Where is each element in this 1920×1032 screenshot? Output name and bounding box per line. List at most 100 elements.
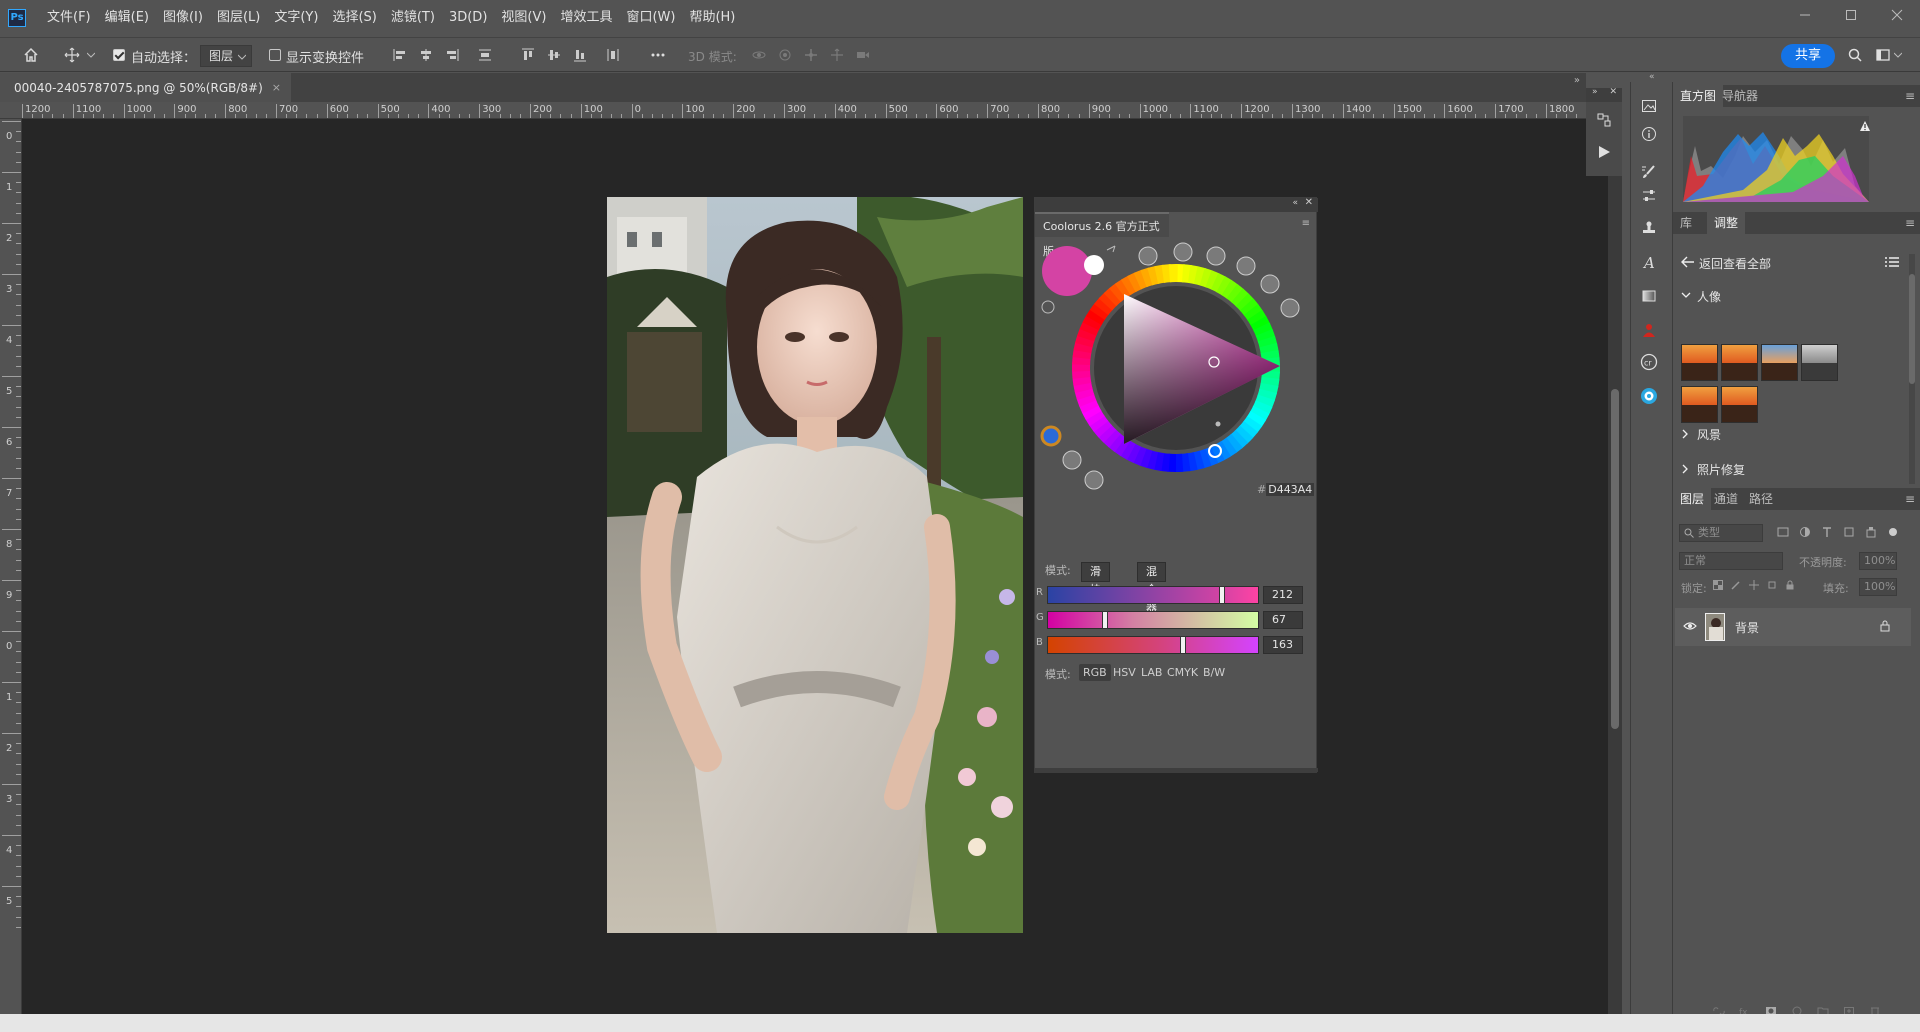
- adjustment-filter-icon[interactable]: [1799, 526, 1811, 538]
- scrollbar-thumb[interactable]: [1611, 389, 1619, 729]
- b-value[interactable]: 163: [1263, 636, 1303, 654]
- tone-button[interactable]: [1084, 470, 1104, 490]
- adjust-scrollbar[interactable]: [1909, 254, 1915, 484]
- workspace-chevron[interactable]: [1893, 46, 1903, 64]
- orbit-3d-button[interactable]: [750, 46, 768, 64]
- lock-all-icon[interactable]: [1785, 580, 1795, 590]
- tab-libraries[interactable]: 库: [1673, 212, 1699, 234]
- glyphs-button[interactable]: A: [1639, 252, 1659, 272]
- drag-3d-button[interactable]: [802, 46, 820, 64]
- g-value[interactable]: 67: [1263, 611, 1303, 629]
- vertical-scrollbar[interactable]: [1608, 119, 1622, 1014]
- image-panel-button[interactable]: [1639, 96, 1659, 116]
- collapse-icon[interactable]: «: [1649, 72, 1655, 82]
- slider-mode-button[interactable]: 滑块: [1081, 562, 1110, 596]
- properties-button[interactable]: [1594, 110, 1614, 130]
- b-slider[interactable]: [1047, 636, 1259, 654]
- tab-paths[interactable]: 路径: [1742, 488, 1780, 510]
- lock-position-icon[interactable]: [1749, 580, 1759, 590]
- roll-3d-button[interactable]: [776, 46, 794, 64]
- menu-item[interactable]: 窗口(W): [619, 0, 682, 36]
- brush-settings-button[interactable]: [1639, 162, 1659, 182]
- menu-item[interactable]: 图层(L): [210, 0, 267, 36]
- document-tab[interactable]: 00040-2405787075.png @ 50%(RGB/8#) ×: [0, 73, 291, 102]
- cr-plugin-button[interactable]: cr: [1639, 352, 1659, 372]
- tab-adjustments[interactable]: 调整: [1707, 212, 1746, 234]
- opacity-input[interactable]: 100%: [1859, 552, 1897, 570]
- section-photo-repair[interactable]: 照片修复: [1681, 461, 1801, 477]
- show-transform-checkbox[interactable]: [269, 49, 281, 61]
- filter-toggle-icon[interactable]: [1887, 526, 1899, 538]
- model-bw[interactable]: B/W: [1199, 664, 1229, 681]
- menu-item[interactable]: 文件(F): [40, 0, 98, 36]
- panel-menu-icon[interactable]: ≡: [1905, 492, 1915, 506]
- preset-thumbnail[interactable]: [1801, 344, 1838, 381]
- color-mode-icon[interactable]: [1040, 425, 1062, 447]
- close-window-button[interactable]: [1874, 0, 1920, 30]
- collapse-panels-icon[interactable]: »: [1574, 75, 1580, 86]
- maximize-button[interactable]: [1828, 0, 1874, 30]
- g-slider-knob[interactable]: [1102, 611, 1109, 629]
- tab-navigator[interactable]: 导航器: [1715, 85, 1765, 107]
- auto-select-dropdown[interactable]: 图层: [200, 45, 252, 67]
- fill-input[interactable]: 100%: [1859, 578, 1897, 596]
- workspace-button[interactable]: [1874, 46, 1892, 64]
- tone-button[interactable]: [1062, 450, 1082, 470]
- blend-mode-dropdown[interactable]: 正常: [1679, 552, 1783, 570]
- preset-thumbnail[interactable]: [1761, 344, 1798, 381]
- preset-thumbnail[interactable]: [1681, 386, 1718, 423]
- menu-item[interactable]: 增效工具: [553, 0, 619, 36]
- type-filter-icon[interactable]: [1821, 526, 1833, 538]
- move-tool-button[interactable]: [63, 46, 81, 64]
- menu-item[interactable]: 滤镜(T): [384, 0, 442, 36]
- mixer-mode-button[interactable]: 混合器: [1137, 562, 1166, 614]
- tool-preset-chevron[interactable]: [85, 46, 97, 64]
- expand-icon[interactable]: »: [1592, 87, 1598, 97]
- info-panel-button[interactable]: [1639, 124, 1659, 144]
- model-cmyk[interactable]: CMYK: [1163, 664, 1202, 681]
- r-slider-knob[interactable]: [1219, 586, 1226, 604]
- adjustments-button[interactable]: [1639, 186, 1659, 206]
- warning-icon[interactable]: [1859, 120, 1871, 132]
- layer-filter-search[interactable]: 类型: [1679, 524, 1763, 542]
- r-slider[interactable]: [1047, 586, 1259, 604]
- align-bottom-button[interactable]: [571, 46, 589, 64]
- section-portrait[interactable]: 人像: [1681, 288, 1801, 304]
- lock-transparent-icon[interactable]: [1713, 580, 1723, 590]
- menu-item[interactable]: 视图(V): [494, 0, 553, 36]
- menu-item[interactable]: 帮助(H): [682, 0, 742, 36]
- collapse-icon[interactable]: «: [1292, 198, 1298, 208]
- auto-select-checkbox[interactable]: [113, 49, 125, 61]
- hex-display[interactable]: # D443A4: [1257, 483, 1315, 496]
- coolorus-button[interactable]: [1639, 386, 1659, 406]
- close-strip-icon[interactable]: ✕: [1609, 87, 1617, 97]
- tab-layers[interactable]: 图层: [1673, 488, 1712, 510]
- color-wheel-area[interactable]: [1035, 238, 1318, 498]
- tab-channels[interactable]: 通道: [1707, 488, 1745, 510]
- smart-object-filter-icon[interactable]: [1865, 526, 1877, 538]
- distribute-vertical-button[interactable]: [476, 46, 494, 64]
- align-top-button[interactable]: [519, 46, 537, 64]
- align-right-button[interactable]: [443, 46, 461, 64]
- r-value[interactable]: 212: [1263, 586, 1303, 604]
- gradient-button[interactable]: [1639, 286, 1659, 306]
- menu-item[interactable]: 3D(D): [442, 0, 494, 36]
- coolorus-tab[interactable]: Coolorus 2.6 官方正式版: [1035, 212, 1169, 258]
- close-document-icon[interactable]: ×: [272, 81, 281, 94]
- lock-pixels-icon[interactable]: [1731, 580, 1741, 590]
- play-actions-button[interactable]: [1594, 142, 1614, 162]
- lock-artboard-icon[interactable]: [1767, 580, 1777, 590]
- layer-row-background[interactable]: 背景: [1675, 608, 1911, 646]
- pixel-filter-icon[interactable]: [1777, 526, 1789, 538]
- minimize-button[interactable]: [1782, 0, 1828, 30]
- search-button[interactable]: [1846, 46, 1864, 64]
- distribute-horizontal-button[interactable]: [604, 46, 622, 64]
- brightness-icon[interactable]: [1041, 300, 1055, 314]
- share-button[interactable]: 共享: [1781, 44, 1835, 68]
- back-to-all-link[interactable]: 返回查看全部: [1681, 254, 1901, 272]
- home-button[interactable]: [22, 46, 40, 64]
- align-hcenter-button[interactable]: [417, 46, 435, 64]
- eye-icon[interactable]: [1683, 621, 1697, 631]
- more-options-button[interactable]: [649, 46, 667, 64]
- panel-menu-icon[interactable]: ≡: [1905, 89, 1915, 103]
